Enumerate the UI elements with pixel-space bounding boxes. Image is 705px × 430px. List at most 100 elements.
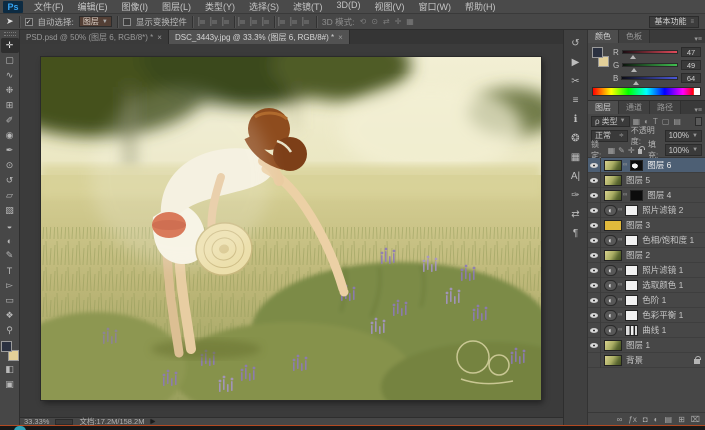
add-mask-icon[interactable]: ◘: [643, 415, 648, 424]
visibility-toggle[interactable]: [588, 353, 601, 368]
adjustments-icon[interactable]: ≡: [566, 91, 586, 109]
tab-close-icon[interactable]: ×: [157, 33, 162, 42]
path-selection-tool[interactable]: ▻: [1, 278, 19, 293]
properties-icon[interactable]: ✂: [566, 72, 586, 90]
shape-tool[interactable]: ▭: [1, 293, 19, 308]
color-swatches[interactable]: [1, 341, 19, 361]
pen-tool[interactable]: ✎: [1, 248, 19, 263]
panel-foreground-swatch[interactable]: [592, 47, 603, 58]
filter-toggle[interactable]: [695, 117, 702, 126]
layer-row-9[interactable]: ◐∞色阶 1: [588, 293, 705, 308]
delete-layer-icon[interactable]: ⌧: [691, 415, 700, 424]
visibility-toggle[interactable]: [588, 233, 601, 248]
layer-row-1[interactable]: 图层 5: [588, 173, 705, 188]
layer-thumbnail[interactable]: [604, 160, 622, 171]
visibility-toggle[interactable]: [588, 218, 601, 233]
layer-mask-thumbnail[interactable]: [625, 280, 638, 291]
layer-row-13[interactable]: 背景: [588, 353, 705, 368]
layer-mask-thumbnail[interactable]: [625, 310, 638, 321]
visibility-toggle[interactable]: [588, 323, 601, 338]
tab-layers-2[interactable]: 路径: [650, 101, 681, 114]
opacity-dropdown[interactable]: 100%▼: [665, 130, 702, 142]
layer-mask-thumbnail[interactable]: [630, 160, 643, 171]
menu-item-2[interactable]: 图像(I): [115, 0, 156, 13]
layer-mask-thumbnail[interactable]: [625, 205, 638, 216]
clone-stamp-tool[interactable]: ⊙: [1, 158, 19, 173]
menu-item-0[interactable]: 文件(F): [27, 0, 71, 13]
layer-thumbnail[interactable]: ◐: [604, 205, 617, 216]
document-tab-1[interactable]: DSC_3443y.jpg @ 33.3% (图层 6, RGB/8#) *×: [169, 30, 350, 44]
layer-filter-type-dropdown[interactable]: ρ 类型 ▼: [591, 116, 630, 127]
layer-thumbnail[interactable]: ◐: [604, 325, 617, 336]
actions-icon[interactable]: ▶: [566, 53, 586, 71]
lock-icon-1[interactable]: ✎: [618, 146, 625, 155]
layer-effects-icon[interactable]: ƒx: [628, 415, 636, 424]
layer-thumbnail[interactable]: [604, 175, 622, 186]
visibility-toggle[interactable]: [588, 188, 601, 203]
layer-row-0[interactable]: ∞图层 6: [588, 158, 705, 173]
screen-mode-icon[interactable]: ▣: [1, 377, 19, 392]
photo-canvas[interactable]: [41, 57, 541, 400]
tab-color-menu-icon[interactable]: ▾≡: [694, 35, 705, 43]
3d-slide-icon[interactable]: ✛: [395, 17, 402, 26]
visibility-toggle[interactable]: [588, 203, 601, 218]
menu-item-7[interactable]: 3D(D): [330, 0, 368, 13]
menu-item-5[interactable]: 选择(S): [242, 0, 286, 13]
marquee-tool[interactable]: ▢: [1, 53, 19, 68]
layer-mask-thumbnail[interactable]: [625, 235, 638, 246]
visibility-toggle[interactable]: [588, 278, 601, 293]
type-tool[interactable]: T: [1, 263, 19, 278]
brush-presets-icon[interactable]: ✑: [566, 186, 586, 204]
slider-thumb[interactable]: [633, 81, 639, 85]
visibility-toggle[interactable]: [588, 173, 601, 188]
visibility-toggle[interactable]: [588, 158, 601, 173]
histogram-icon[interactable]: ▦: [566, 148, 586, 166]
show-transform-checkbox[interactable]: [123, 18, 131, 26]
brush-tool[interactable]: ✒: [1, 143, 19, 158]
layer-row-3[interactable]: ◐∞照片滤镜 2: [588, 203, 705, 218]
lasso-tool[interactable]: ∿: [1, 68, 19, 83]
styles-icon[interactable]: ❂: [566, 129, 586, 147]
healing-brush-tool[interactable]: ◉: [1, 128, 19, 143]
eyedropper-tool[interactable]: ✐: [1, 113, 19, 128]
layer-thumbnail[interactable]: [604, 355, 622, 366]
menu-item-10[interactable]: 帮助(H): [458, 0, 503, 13]
workspace-switcher[interactable]: 基本功能≡: [649, 16, 699, 28]
menu-item-4[interactable]: 类型(Y): [198, 0, 242, 13]
quick-selection-tool[interactable]: ❉: [1, 83, 19, 98]
menu-item-6[interactable]: 滤镜(T): [286, 0, 330, 13]
blur-tool[interactable]: ◒: [1, 218, 19, 233]
channel-slider-b[interactable]: [621, 76, 678, 80]
link-layers-icon[interactable]: ∞: [617, 415, 623, 424]
layer-mask-thumbnail[interactable]: [625, 325, 638, 336]
tab-layers-1[interactable]: 通道: [619, 101, 650, 114]
panel-color-swatches[interactable]: [592, 47, 609, 67]
channel-slider-g[interactable]: [622, 63, 678, 67]
auto-select-target-dropdown[interactable]: 图层▼: [79, 16, 112, 27]
layer-thumbnail[interactable]: ◐: [604, 310, 617, 321]
zoom-tool[interactable]: ⚲: [1, 323, 19, 338]
3d-drag-icon[interactable]: ⇄: [383, 17, 390, 26]
layer-row-2[interactable]: ∞图层 4: [588, 188, 705, 203]
layer-row-5[interactable]: ◐∞色相/饱和度 1: [588, 233, 705, 248]
layer-row-11[interactable]: ◐∞曲线 1: [588, 323, 705, 338]
tab-close-icon[interactable]: ×: [338, 33, 343, 42]
slider-thumb[interactable]: [631, 68, 637, 72]
menu-item-1[interactable]: 编辑(E): [71, 0, 115, 13]
clone-source-icon[interactable]: ⇄: [566, 205, 586, 223]
dodge-tool[interactable]: ◐: [1, 233, 19, 248]
gradient-tool[interactable]: ▧: [1, 203, 19, 218]
3d-scale-icon[interactable]: ▦: [406, 17, 414, 26]
layer-thumbnail[interactable]: [604, 190, 622, 201]
tab-color-0[interactable]: 颜色: [588, 30, 619, 43]
adjustment-layer-icon[interactable]: ◐: [654, 415, 659, 424]
tab-layers-0[interactable]: 图层: [588, 101, 619, 114]
info-icon[interactable]: ℹ: [566, 110, 586, 128]
lock-icon-0[interactable]: ▦: [608, 146, 616, 155]
visibility-toggle[interactable]: [588, 293, 601, 308]
layer-row-6[interactable]: 图层 2: [588, 248, 705, 263]
menu-item-8[interactable]: 视图(V): [368, 0, 412, 13]
toolbar-grip[interactable]: [4, 32, 16, 36]
menu-item-9[interactable]: 窗口(W): [412, 0, 459, 13]
layer-thumbnail[interactable]: ◐: [604, 265, 617, 276]
